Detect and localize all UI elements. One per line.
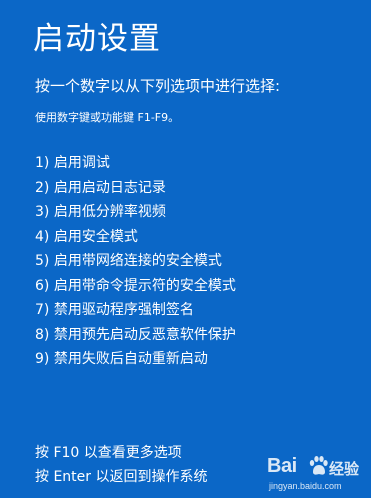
option-enable-boot-logging[interactable]: 2) 启用启动日志记录	[35, 176, 236, 201]
baidu-jingyan-watermark: Bai 经验 jingyan.baidu.com	[263, 449, 363, 495]
watermark-url: jingyan.baidu.com	[269, 481, 342, 491]
return-to-os-hint[interactable]: 按 Enter 以返回到操作系统	[35, 465, 207, 489]
option-disable-driver-signature-enforcement[interactable]: 7) 禁用驱动程序强制签名	[35, 298, 236, 323]
option-enable-debugging[interactable]: 1) 启用调试	[35, 151, 236, 176]
option-enable-low-resolution-video[interactable]: 3) 启用低分辨率视频	[35, 200, 236, 225]
option-enable-safe-mode[interactable]: 4) 启用安全模式	[35, 225, 236, 250]
baidu-paw-icon	[307, 455, 329, 477]
key-hint: 使用数字键或功能键 F1-F9。	[35, 111, 180, 124]
footer: 按 F10 以查看更多选项 按 Enter 以返回到操作系统	[35, 441, 207, 489]
option-enable-safe-mode-networking[interactable]: 5) 启用带网络连接的安全模式	[35, 249, 236, 274]
option-enable-safe-mode-command-prompt[interactable]: 6) 启用带命令提示符的安全模式	[35, 274, 236, 299]
option-disable-early-launch-antimalware[interactable]: 8) 禁用预先启动反恶意软件保护	[35, 323, 236, 348]
watermark-logo-text: Bai	[267, 455, 297, 477]
option-disable-auto-restart-on-failure[interactable]: 9) 禁用失败后自动重新启动	[35, 347, 236, 372]
selection-prompt: 按一个数字以从下列选项中进行选择:	[35, 77, 281, 95]
startup-options-list: 1) 启用调试 2) 启用启动日志记录 3) 启用低分辨率视频 4) 启用安全模…	[35, 151, 236, 372]
watermark-brand-text: 经验	[329, 460, 360, 478]
more-options-hint[interactable]: 按 F10 以查看更多选项	[35, 441, 207, 465]
page-title: 启动设置	[33, 21, 161, 57]
